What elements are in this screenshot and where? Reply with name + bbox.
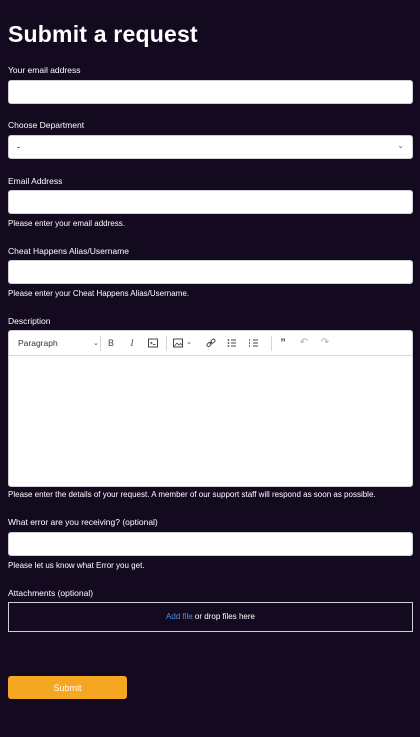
- chevron-down-icon[interactable]: ⌄: [183, 337, 195, 349]
- email-address-hint: Please enter your email address.: [8, 219, 125, 228]
- error-field[interactable]: [8, 532, 413, 556]
- email-address-label: Email Address: [8, 176, 63, 186]
- bold-icon[interactable]: B: [105, 337, 117, 349]
- chevron-down-icon[interactable]: ⌄: [93, 339, 99, 347]
- email-address-field[interactable]: [8, 190, 413, 214]
- email-field[interactable]: [8, 80, 413, 104]
- bulleted-list-icon[interactable]: [226, 337, 238, 349]
- toolbar-separator: [166, 336, 167, 351]
- alias-hint: Please enter your Cheat Happens Alias/Us…: [8, 289, 189, 298]
- department-select[interactable]: - ⌄: [8, 135, 413, 159]
- code-icon[interactable]: [147, 337, 159, 349]
- alias-field[interactable]: [8, 260, 413, 284]
- chevron-down-icon: ⌄: [397, 141, 404, 150]
- submit-button[interactable]: Submit: [8, 676, 127, 699]
- paragraph-style-dropdown[interactable]: Paragraph: [18, 338, 58, 348]
- alias-label: Cheat Happens Alias/Username: [8, 246, 129, 256]
- toolbar-separator: [271, 336, 272, 351]
- add-file-link[interactable]: Add file: [166, 612, 193, 621]
- error-hint: Please let us know what Error you get.: [8, 561, 145, 570]
- attachments-label: Attachments (optional): [8, 588, 94, 598]
- attachments-dropzone[interactable]: Add file or drop files here: [8, 602, 413, 632]
- description-editor: Paragraph ⌄ B I ⌄ ” ↶ ↷: [8, 330, 413, 487]
- page-title: Submit a request: [8, 21, 198, 47]
- department-selected-value: -: [17, 142, 20, 152]
- redo-icon[interactable]: ↷: [319, 337, 331, 349]
- link-icon[interactable]: [205, 337, 217, 349]
- numbered-list-icon[interactable]: [248, 337, 260, 349]
- quote-icon[interactable]: ”: [277, 337, 289, 349]
- description-label: Description: [8, 316, 51, 326]
- editor-toolbar: Paragraph ⌄ B I ⌄ ” ↶ ↷: [9, 331, 412, 356]
- error-label: What error are you receiving? (optional): [8, 517, 158, 527]
- italic-icon[interactable]: I: [126, 337, 138, 349]
- department-label: Choose Department: [8, 120, 85, 130]
- toolbar-separator: [100, 336, 101, 351]
- email-label: Your email address: [8, 65, 81, 75]
- description-hint: Please enter the details of your request…: [8, 490, 376, 499]
- drop-files-text: or drop files here: [192, 612, 255, 621]
- description-textarea[interactable]: [9, 357, 412, 486]
- undo-icon[interactable]: ↶: [298, 337, 310, 349]
